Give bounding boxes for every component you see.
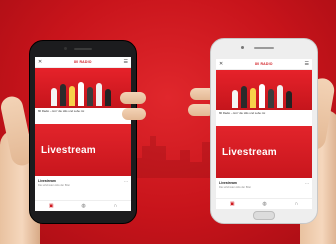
more-icon[interactable]: ⋯: [305, 181, 309, 186]
phone-left: ✕ 80 RADIO ☰ 80 Radio – Hör’ die Hits un…: [29, 40, 137, 224]
globe-icon[interactable]: ◍: [262, 201, 266, 207]
menu-icon[interactable]: ☰: [305, 61, 309, 67]
promo-illustration: [228, 82, 298, 108]
app-header: ✕ 80 RADIO ☰: [216, 59, 312, 70]
left-finger: [122, 108, 146, 120]
app-header: ✕ 80 RADIO ☰: [35, 57, 131, 68]
left-finger: [120, 92, 146, 104]
phone-right: ✕ 80 RADIO ☰ 80 Radio – Hör’ die Hits un…: [210, 38, 318, 224]
radio-icon[interactable]: ▣: [49, 203, 54, 209]
livestream-tile[interactable]: Livestream: [216, 126, 312, 178]
promo-caption: 80 Radio – Hör’ die Hits und Lebe nix: [38, 109, 85, 113]
phone-camera: [64, 47, 67, 50]
app-screen: ✕ 80 RADIO ☰ 80 Radio – Hör’ die Hits un…: [216, 59, 312, 209]
phone-speaker: [254, 47, 274, 49]
list-item-subtitle: Die schönsten Hits der 80er: [38, 184, 71, 187]
more-icon[interactable]: ⋯: [124, 179, 128, 184]
bottom-nav: ▣ ◍ ∩: [216, 198, 312, 209]
list-item[interactable]: Livestream Die schönsten Hits der 80er ⋯: [216, 178, 312, 189]
app-logo: 80 RADIO: [73, 60, 92, 64]
home-button[interactable]: [253, 211, 275, 220]
list-item[interactable]: Livestream Die schönsten Hits der 80er ⋯: [35, 176, 131, 187]
radio-icon[interactable]: ▣: [230, 201, 235, 207]
list-item-title: Livestream: [38, 179, 56, 183]
app-screen: ✕ 80 RADIO ☰ 80 Radio – Hör’ die Hits un…: [35, 57, 131, 211]
phone-speaker: [74, 48, 92, 50]
livestream-label: Livestream: [41, 144, 96, 156]
list-item-title: Livestream: [219, 181, 237, 185]
list-item-subtitle: Die schönsten Hits der 80er: [219, 186, 252, 189]
promo-banner[interactable]: [216, 70, 312, 110]
globe-icon[interactable]: ◍: [81, 203, 85, 209]
bottom-nav: ▣ ◍ ∩: [35, 200, 131, 211]
close-icon[interactable]: ✕: [219, 61, 223, 67]
headphones-icon[interactable]: ∩: [114, 203, 118, 209]
livestream-label: Livestream: [222, 146, 277, 158]
livestream-tile[interactable]: Livestream: [35, 124, 131, 176]
headphones-icon[interactable]: ∩: [295, 201, 299, 207]
promo-illustration: [47, 80, 117, 106]
phone-camera: [241, 46, 244, 49]
close-icon[interactable]: ✕: [38, 59, 42, 65]
promo-caption: 80 Radio – Hör’ die Hits und Lebe nix: [219, 111, 266, 115]
promo-banner[interactable]: [35, 68, 131, 108]
menu-icon[interactable]: ☰: [124, 59, 128, 65]
app-logo: 80 RADIO: [254, 62, 273, 66]
